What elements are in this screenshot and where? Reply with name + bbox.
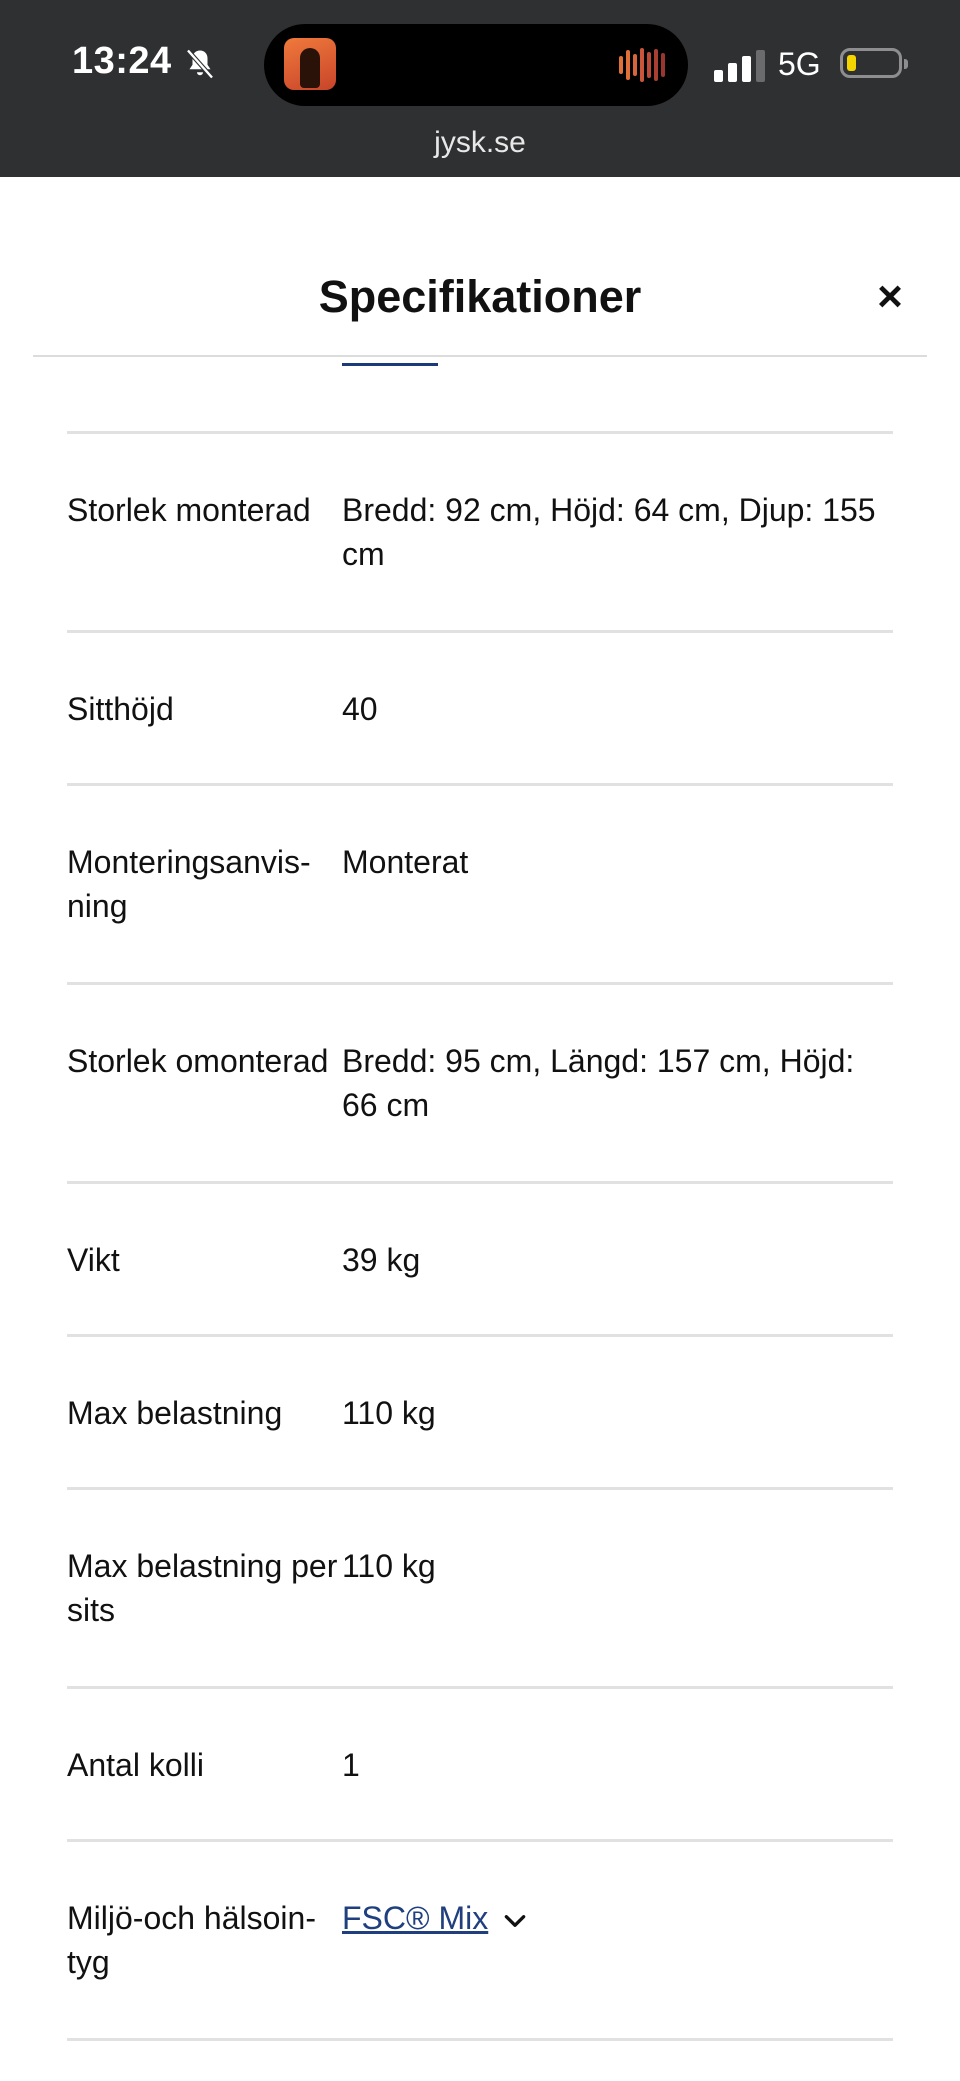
spec-label: Antal kolli — [67, 1747, 204, 1783]
status-bar: 13:24 5G jysk.se — [0, 0, 960, 177]
spec-value: Bredd: 95 cm, Längd: 157 cm, Höjd: 66 cm — [342, 1043, 855, 1123]
spec-row: Sitthöjd 40 — [67, 633, 893, 786]
specifications-sheet: Specifikationer × Storlek monterad Bredd… — [0, 177, 960, 2081]
spec-row: Monteringsanvis-ning Monterat — [67, 786, 893, 985]
network-type: 5G — [778, 46, 821, 82]
spec-row: Storlek omonterad Bredd: 95 cm, Längd: 1… — [67, 985, 893, 1184]
spec-row: Vikt 39 kg — [67, 1184, 893, 1337]
spec-value-link-wrap: FSC® Mix — [342, 1896, 893, 1940]
album-art-icon — [284, 38, 336, 90]
spec-list[interactable]: Storlek monterad Bredd: 92 cm, Höjd: 64 … — [0, 357, 960, 2081]
spec-label: Max belastning — [67, 1395, 283, 1431]
spec-row: Max belastning 110 kg — [67, 1337, 893, 1490]
spec-value: Monterat — [342, 844, 469, 880]
signal-icon — [714, 50, 765, 82]
spec-value: 110 kg — [342, 1395, 436, 1431]
spec-label: Storlek omonterad — [67, 1043, 329, 1079]
battery-icon — [840, 48, 908, 78]
spec-label: Vikt — [67, 1242, 120, 1278]
spec-label: Storlek monterad — [67, 492, 311, 528]
spec-value: 110 kg — [342, 1548, 436, 1584]
sheet-title: Specifikationer — [318, 271, 642, 322]
spec-value: 39 kg — [342, 1242, 421, 1278]
spec-label: Sitthöjd — [67, 691, 174, 727]
spec-row: Miljö-och hälsoin-tyg FSC® Mix — [67, 1842, 893, 2041]
chevron-down-icon[interactable] — [502, 1908, 528, 1934]
spec-label: Monteringsanvis-ning — [67, 844, 311, 924]
close-icon[interactable]: × — [868, 275, 912, 319]
spec-label: Miljö-och hälsoin-tyg — [67, 1900, 316, 1980]
bell-slash-icon — [186, 49, 214, 79]
dynamic-island[interactable] — [264, 24, 688, 106]
status-time: 13:24 — [72, 40, 172, 82]
spec-label: Max belastning per sits — [67, 1548, 338, 1628]
spec-row-partial — [67, 357, 893, 434]
waveform-icon — [619, 48, 665, 82]
spec-value: Bredd: 92 cm, Höjd: 64 cm, Djup: 155 cm — [342, 492, 876, 572]
spec-value: 1 — [342, 1747, 360, 1783]
spec-row: Storlek monterad Bredd: 92 cm, Höjd: 64 … — [67, 434, 893, 633]
fsc-mix-link[interactable]: FSC® Mix — [342, 1900, 488, 1936]
spec-row: Antal kolli 1 — [67, 1689, 893, 1842]
address-url[interactable]: jysk.se — [0, 126, 960, 160]
spec-value: 40 — [342, 691, 378, 727]
spec-row: Max belastning per sits 110 kg — [67, 1490, 893, 1689]
